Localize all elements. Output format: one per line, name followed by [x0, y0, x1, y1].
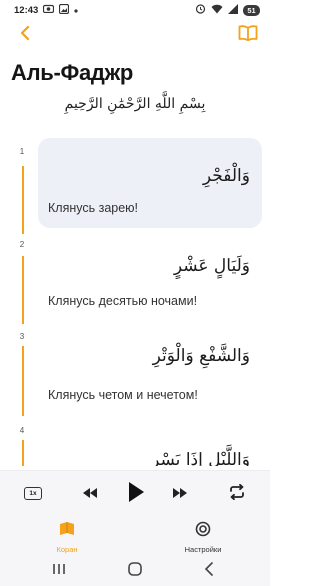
ayah-translation: Клянусь четом и нечетом! — [48, 388, 198, 402]
back-button[interactable] — [14, 24, 36, 46]
play-button[interactable] — [124, 481, 148, 507]
status-time: 12:43 — [14, 4, 39, 16]
ayah-number: 4 — [14, 422, 30, 438]
status-bar: 12:43 51 — [0, 0, 270, 20]
fast-forward-button[interactable] — [170, 485, 190, 503]
audio-player: 1x — [0, 470, 270, 516]
app-header — [0, 22, 270, 48]
home-icon — [128, 561, 142, 581]
nav-item-quran[interactable]: Коран — [32, 521, 102, 554]
ayah-number: 1 — [14, 143, 30, 159]
play-icon — [127, 481, 145, 508]
recent-apps-button[interactable] — [50, 562, 68, 580]
nav-label-quran: Коран — [56, 545, 78, 554]
wifi-icon — [211, 4, 223, 17]
ayah-arabic-text: وَلَيَالٍ عَشْرٍ — [173, 256, 250, 276]
ayah-translation: Клянусь десятью ночами! — [48, 294, 198, 308]
system-back-button[interactable] — [200, 561, 218, 581]
ayah-card[interactable]: وَالشَّفْعِ وَالْوَتْرِ Клянусь четом и … — [38, 324, 262, 416]
gallery-notification-icon — [59, 3, 70, 17]
battery-indicator: 51 — [243, 4, 260, 16]
system-navigation-bar — [0, 556, 270, 586]
repeat-icon — [228, 483, 246, 505]
signal-icon — [228, 3, 238, 17]
bismillah-text: بِسْمِ اللَّهِ الرَّحْمَٰنِ الرَّحِيمِ — [64, 96, 206, 112]
ayah-card-active[interactable]: وَالْفَجْرِ Клянусь зарею! — [38, 138, 262, 228]
ayah-item[interactable]: 1 وَالْفَجْرِ Клянусь зарею! — [0, 138, 270, 228]
rewind-icon — [83, 485, 97, 503]
home-button[interactable] — [126, 561, 144, 581]
ayah-number: 3 — [14, 328, 30, 344]
page-title: Аль-Фаджр — [11, 60, 134, 85]
chevron-left-icon — [19, 25, 31, 46]
camera-notification-icon — [43, 4, 55, 16]
ayah-arabic-text: وَالْفَجْرِ — [202, 166, 250, 186]
ayah-card[interactable]: وَلَيَالٍ عَشْرٍ Клянусь десятью ночами! — [38, 234, 262, 324]
ayah-card[interactable]: وَاللَّيْلِ إِذَا يَسْرِ — [38, 416, 262, 466]
rewind-button[interactable] — [80, 485, 100, 503]
nav-item-settings[interactable]: Настройки — [168, 521, 238, 554]
ayah-item[interactable]: 2 وَلَيَالٍ عَشْرٍ Клянусь десятью ночам… — [0, 234, 270, 324]
recent-apps-icon — [52, 562, 66, 580]
bottom-navigation: Коран Настройки — [0, 516, 270, 556]
open-book-icon — [238, 24, 258, 46]
back-arrow-icon — [204, 561, 214, 581]
ayah-arabic-text: وَاللَّيْلِ إِذَا يَسْرِ — [151, 450, 250, 466]
fast-forward-icon — [173, 485, 187, 503]
ayah-item[interactable]: 3 وَالشَّفْعِ وَالْوَتْرِ Клянусь четом … — [0, 324, 270, 416]
ayah-arabic-text: وَالشَّفْعِ وَالْوَتْرِ — [152, 346, 250, 366]
dot-icon — [74, 5, 78, 16]
settings-icon — [195, 521, 211, 542]
repeat-button[interactable] — [226, 483, 248, 505]
alarm-icon — [195, 3, 206, 17]
ayah-list[interactable]: 1 وَالْفَجْرِ Клянусь зарею! 2 وَلَيَالٍ… — [0, 138, 270, 466]
nav-label-settings: Настройки — [184, 545, 222, 554]
reading-mode-button[interactable] — [236, 24, 260, 46]
ayah-translation: Клянусь зарею! — [48, 201, 139, 215]
playback-speed-button[interactable]: 1x — [24, 487, 42, 500]
quran-book-icon — [59, 521, 75, 542]
ayah-number: 2 — [14, 236, 30, 252]
ayah-item[interactable]: 4 وَاللَّيْلِ إِذَا يَسْرِ — [0, 416, 270, 466]
